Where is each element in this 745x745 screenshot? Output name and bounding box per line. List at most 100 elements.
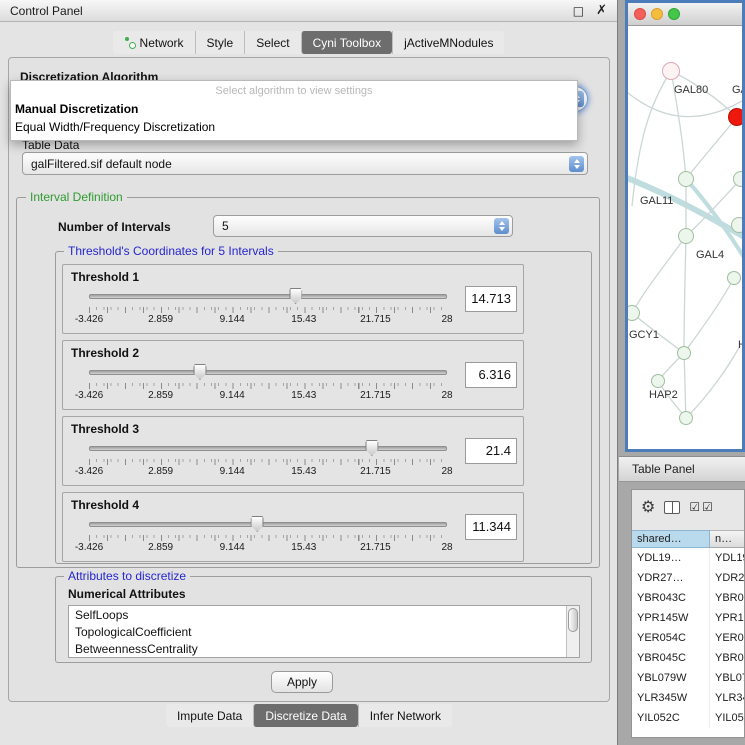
table-cell: YLR345W [710, 688, 744, 708]
network-node-green[interactable] [733, 171, 742, 187]
table-row[interactable]: YIL052CYIL052C [632, 708, 744, 728]
minimize-traffic-light-icon[interactable] [651, 8, 663, 20]
slider-track[interactable] [89, 446, 447, 451]
checkbox-icon[interactable]: ☑ [702, 501, 713, 513]
column-header[interactable]: n… [710, 530, 744, 548]
scale-label: 9.144 [220, 542, 245, 553]
stepper-icon [569, 156, 584, 172]
network-view-window: GAL80GAGAL11GAL4GCY1HHAP2 [625, 0, 745, 452]
network-window-titlebar[interactable] [628, 3, 742, 26]
table-header-row: shared…n… [632, 530, 744, 548]
scale-label: 21.715 [360, 466, 391, 477]
tab-select[interactable]: Select [244, 31, 300, 54]
algorithm-option[interactable]: Equal Width/Frequency Discretization [11, 118, 577, 136]
threshold-value-box[interactable]: 21.4 [465, 438, 517, 464]
list-item[interactable]: BetweennessCentrality [69, 640, 579, 657]
scale-label: 15.43 [291, 466, 316, 477]
threshold-value-box[interactable]: 14.713 [465, 286, 517, 312]
checkbox-icon[interactable]: ☑ [689, 501, 700, 513]
slider-ticks [89, 307, 448, 313]
table-row[interactable]: YLR345WYLR345W [632, 688, 744, 708]
network-node-green[interactable] [731, 217, 742, 233]
threshold-slider[interactable] [89, 440, 447, 456]
table-panel-header[interactable]: Table Panel [619, 456, 745, 482]
table-row[interactable]: YDL19…YDL19 [632, 548, 744, 568]
table-cell: YIL052C [632, 708, 710, 728]
algorithm-option[interactable]: Manual Discretization [11, 100, 577, 118]
close-traffic-light-icon[interactable] [634, 8, 646, 20]
bottom-tab-bar: Impute Data Discretize Data Infer Network [166, 704, 452, 727]
interval-definition-title: Interval Definition [26, 190, 127, 204]
table-row[interactable]: YER054CYER054C [632, 628, 744, 648]
network-node-green[interactable] [651, 374, 665, 388]
slider-track[interactable] [89, 522, 447, 527]
threshold-slider[interactable] [89, 364, 447, 380]
tab-style[interactable]: Style [195, 31, 245, 54]
table-panel-title: Table Panel [632, 462, 695, 476]
threshold-value-box[interactable]: 6.316 [465, 362, 517, 388]
slider-track[interactable] [89, 294, 447, 299]
tab-label: Style [207, 36, 234, 50]
network-node-green[interactable] [679, 411, 693, 425]
table-row[interactable]: YBL079WYBL079W [632, 668, 744, 688]
thresholds-group-title: Threshold's Coordinates for 5 Intervals [64, 244, 278, 258]
list-scrollbar[interactable] [566, 606, 579, 657]
network-canvas[interactable]: GAL80GAGAL11GAL4GCY1HHAP2 [628, 26, 742, 449]
network-node-pink[interactable] [662, 62, 680, 80]
scale-label: 2.859 [148, 314, 173, 325]
table-cell: YDL19 [710, 548, 744, 568]
network-node-green[interactable] [678, 228, 694, 244]
scrollbar-thumb[interactable] [568, 608, 578, 632]
number-of-intervals-combobox[interactable]: 5 [213, 215, 513, 237]
network-node-green[interactable] [677, 346, 691, 360]
threshold-panel: Threshold 4-3.4262.8599.14415.4321.71528… [62, 492, 524, 562]
threshold-value-box[interactable]: 11.344 [465, 514, 517, 540]
table-row[interactable]: YDR27…YDR27 [632, 568, 744, 588]
table-cell: YBL079W [632, 668, 710, 688]
scale-label: -3.426 [75, 466, 103, 477]
threshold-slider[interactable] [89, 288, 447, 304]
tab-discretize-data[interactable]: Discretize Data [253, 704, 357, 727]
column-header[interactable]: shared… [632, 530, 710, 548]
tab-infer-network[interactable]: Infer Network [358, 704, 452, 727]
network-node-red[interactable] [728, 108, 742, 126]
threshold-label: Threshold 1 [71, 270, 139, 284]
stepper-icon [494, 218, 509, 234]
table-cell: YLR345W [632, 688, 710, 708]
numerical-attributes-list[interactable]: SelfLoopsTopologicalCoefficientBetweenne… [68, 605, 580, 658]
slider-thumb[interactable] [289, 288, 302, 304]
slider-track[interactable] [89, 370, 447, 375]
threshold-label: Threshold 2 [71, 346, 139, 360]
table-row[interactable]: YBR045CYBR045C [632, 648, 744, 668]
table-cell: YDR27… [632, 568, 710, 588]
tab-label: Discretize Data [265, 709, 346, 723]
gear-icon[interactable]: ⚙ [641, 499, 655, 515]
network-node-green[interactable] [678, 171, 694, 187]
table-row[interactable]: YPR145WYPR145W [632, 608, 744, 628]
slider-thumb[interactable] [193, 364, 206, 380]
scale-label: 2.859 [148, 390, 173, 401]
tab-impute-data[interactable]: Impute Data [166, 704, 253, 727]
close-window-button[interactable]: ✗ [596, 4, 607, 17]
tab-network[interactable]: Network [113, 31, 195, 54]
tab-cyni-toolbox[interactable]: Cyni Toolbox [301, 31, 392, 54]
threshold-panel: Threshold 3-3.4262.8599.14415.4321.71528… [62, 416, 524, 486]
network-node-green[interactable] [727, 271, 741, 285]
table-row[interactable]: YBR043CYBR043C [632, 588, 744, 608]
list-item[interactable]: SelfLoops [69, 606, 579, 623]
table-data-combobox[interactable]: galFiltered.sif default node [22, 152, 588, 175]
tab-jactivemnodules[interactable]: jActiveMNodules [392, 31, 504, 54]
scale-label: 9.144 [220, 390, 245, 401]
columns-icon[interactable] [664, 501, 680, 514]
list-item[interactable]: TopologicalCoefficient [69, 623, 579, 640]
table-cell: YPR145W [632, 608, 710, 628]
control-panel-window: Control Panel □ ✗ NetworkStyleSelectCyni… [0, 0, 618, 745]
apply-button[interactable]: Apply [271, 671, 333, 693]
zoom-traffic-light-icon[interactable] [668, 8, 680, 20]
float-window-button[interactable]: □ [573, 5, 584, 17]
slider-thumb[interactable] [251, 516, 264, 532]
slider-thumb[interactable] [365, 440, 378, 456]
threshold-panel: Threshold 1-3.4262.8599.14415.4321.71528… [62, 264, 524, 334]
network-node-green[interactable] [628, 305, 640, 321]
threshold-slider[interactable] [89, 516, 447, 532]
